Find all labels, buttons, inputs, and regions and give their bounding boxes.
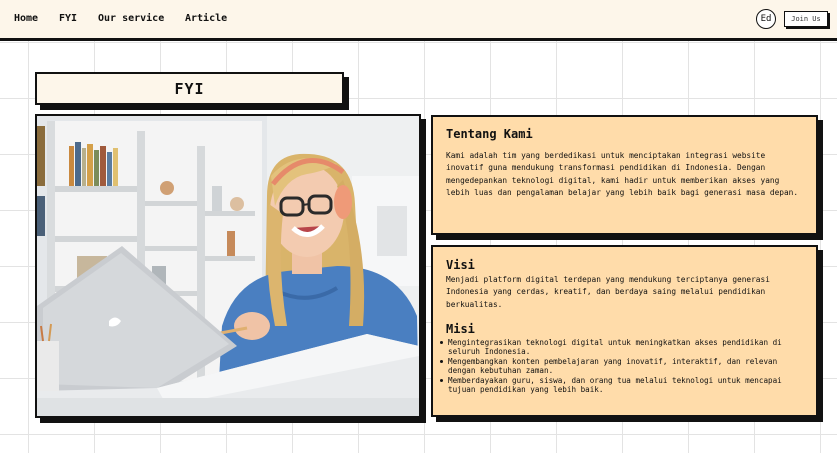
user-avatar[interactable]: Ed bbox=[756, 9, 776, 29]
vision-mission-card: Visi Menjadi platform digital terdepan y… bbox=[431, 245, 818, 417]
nav-link-our-service[interactable]: Our service bbox=[98, 13, 164, 24]
about-us-text: Kami adalah tim yang berdedikasi untuk m… bbox=[446, 151, 799, 197]
mission-item: Mengembangkan konten pembelajaran yang i… bbox=[440, 357, 803, 376]
top-navbar: Home FYI Our service Article Ed Join Us bbox=[0, 0, 837, 41]
nav-link-article[interactable]: Article bbox=[185, 13, 227, 24]
join-us-button[interactable]: Join Us bbox=[784, 11, 828, 27]
about-us-title: Tentang Kami bbox=[446, 127, 533, 141]
about-us-card: Tentang Kami Kami adalah tim yang berded… bbox=[431, 115, 818, 235]
mission-list: Mengintegrasikan teknologi digital untuk… bbox=[440, 338, 803, 394]
nav-link-home[interactable]: Home bbox=[14, 13, 38, 24]
student-laptop-photo bbox=[35, 114, 421, 418]
vision-title: Visi bbox=[446, 258, 475, 272]
mission-item: Memberdayakan guru, siswa, dan orang tua… bbox=[440, 376, 803, 395]
mission-title: Misi bbox=[446, 321, 475, 336]
page-title: FYI bbox=[35, 72, 344, 105]
mission-item: Mengintegrasikan teknologi digital untuk… bbox=[440, 338, 803, 357]
vision-text: Menjadi platform digital terdepan yang m… bbox=[446, 275, 770, 309]
nav-link-fyi[interactable]: FYI bbox=[59, 13, 77, 24]
